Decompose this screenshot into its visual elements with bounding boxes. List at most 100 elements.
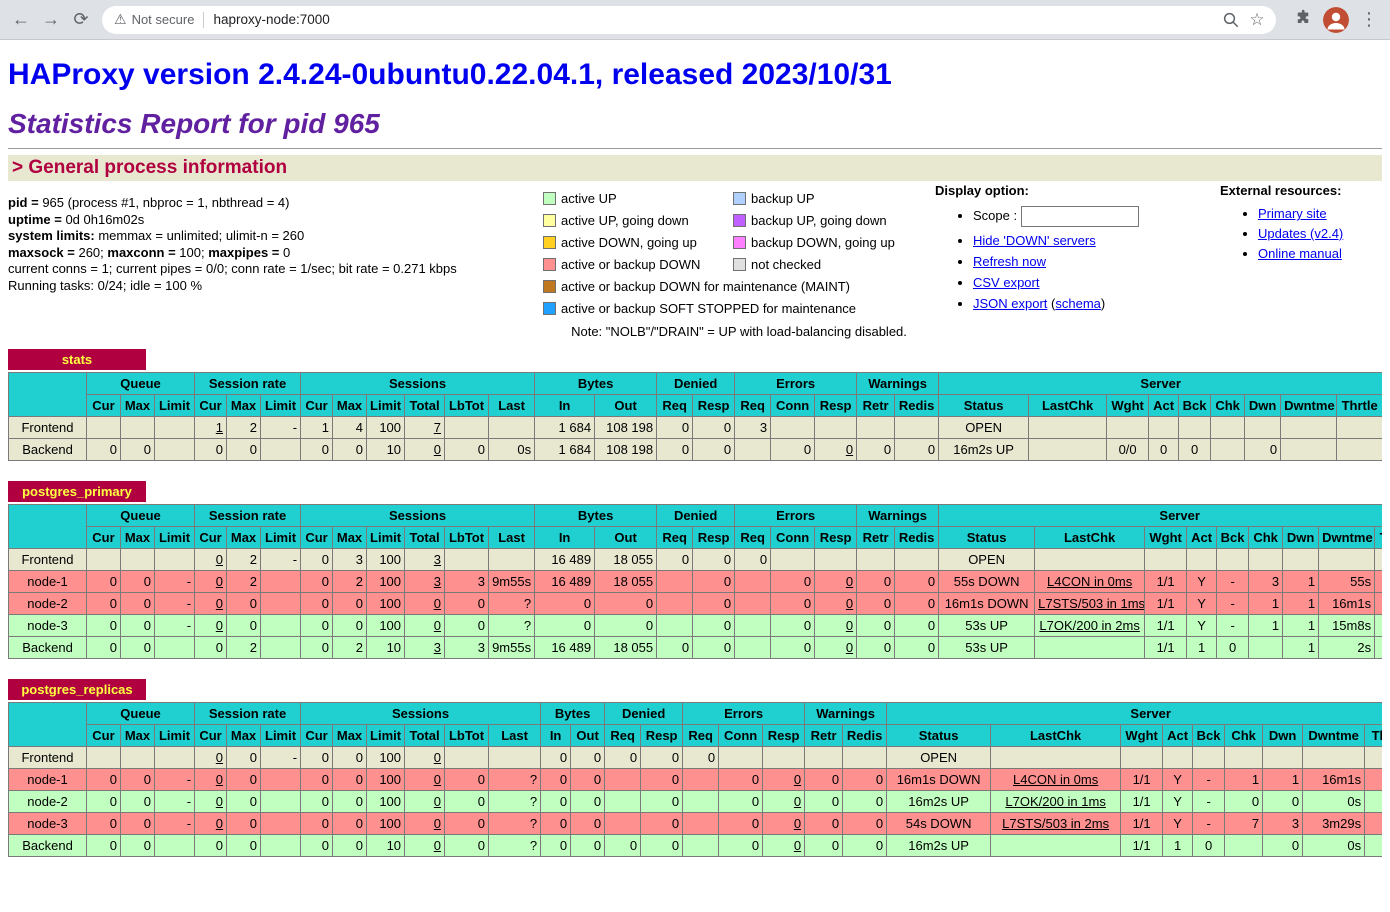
col-thrtle: Thrtle <box>1337 395 1382 417</box>
cell-rate-limit <box>261 571 301 593</box>
legend-row: active DOWN, going upbackup DOWN, going … <box>543 231 935 253</box>
refresh-link[interactable]: Refresh now <box>973 254 1046 269</box>
cell-sess-last: ? <box>489 813 541 835</box>
table-row-backend: Backend00020210339m55s16 48918 055000000… <box>9 637 1383 659</box>
col-bck: Bck <box>1179 395 1211 417</box>
cell-q-limit: - <box>155 791 195 813</box>
primary-site-link[interactable]: Primary site <box>1258 206 1327 221</box>
cell-sess-max: 0 <box>333 813 367 835</box>
col-cur: Cur <box>301 527 333 549</box>
cell-sess-last <box>489 417 535 439</box>
scope-input[interactable] <box>1021 206 1139 227</box>
cell-bytes-out: 108 198 <box>595 439 657 461</box>
cell-bytes-in: 0 <box>541 835 571 857</box>
proxy-name-link[interactable]: postgres_primary <box>22 484 132 499</box>
haproxy-version-link[interactable]: HAProxy version 2.4.24-0ubuntu0.22.04.1,… <box>8 58 892 91</box>
cell-thrtle <box>1365 835 1382 857</box>
cell-weight <box>1121 747 1163 769</box>
cell-sess-last <box>489 747 541 769</box>
cell-sess-max: 2 <box>333 571 367 593</box>
url-text[interactable]: haproxy-node:7000 <box>213 12 1218 27</box>
address-bar[interactable]: ⚠ Not secure haproxy-node:7000 ☆ <box>102 6 1276 34</box>
swatch-backup-up-going-down <box>733 214 746 227</box>
cell-q-cur: 0 <box>87 593 121 615</box>
proxy-name-link[interactable]: postgres_replicas <box>21 682 132 697</box>
cell-q-cur: 0 <box>87 637 121 659</box>
profile-avatar[interactable] <box>1323 7 1349 33</box>
cell-rate-cur: 0 <box>195 747 227 769</box>
cell-err-conn: 0 <box>771 637 815 659</box>
corner-cell <box>9 505 87 549</box>
col-lbtot: LbTot <box>445 527 489 549</box>
maxsock-value: 260; <box>78 245 107 260</box>
cell-rate-max: 2 <box>227 417 261 439</box>
extensions-button[interactable] <box>1288 5 1318 35</box>
col-redis: Redis <box>895 527 939 549</box>
maxsock-label: maxsock = <box>8 245 78 260</box>
cell-err-req <box>683 791 719 813</box>
col-max: Max <box>227 725 261 747</box>
cell-bck: 0 <box>1217 637 1249 659</box>
page-title: HAProxy version 2.4.24-0ubuntu0.22.04.1,… <box>8 58 1382 92</box>
json-schema-link[interactable]: schema <box>1055 296 1101 311</box>
cell-rate-cur: 0 <box>195 769 227 791</box>
external-resources-list: Primary site Updates (v2.4) Online manua… <box>1220 206 1382 261</box>
col-dwntme: Dwntme <box>1303 725 1365 747</box>
forward-button[interactable]: → <box>36 5 66 35</box>
col-max: Max <box>121 725 155 747</box>
cell-denied-resp: 0 <box>693 637 735 659</box>
reload-button[interactable]: ⟳ <box>66 5 96 35</box>
col-max: Max <box>227 527 261 549</box>
cell-dwn <box>1263 747 1303 769</box>
cell-status: OPEN <box>887 747 991 769</box>
zoom-icon[interactable] <box>1218 7 1244 33</box>
colgroup-queue: Queue <box>87 373 195 395</box>
bookmark-star-icon[interactable]: ☆ <box>1244 7 1270 33</box>
cell-rate-limit: - <box>261 747 301 769</box>
cell-chk <box>1225 835 1263 857</box>
table-row-frontend: Frontend02-03100316 48918 055000OPEN <box>9 549 1383 571</box>
proxy-name-link[interactable]: stats <box>62 352 92 367</box>
cell-thrtle <box>1375 637 1382 659</box>
cell-dwn <box>1245 417 1281 439</box>
cell-bck: - <box>1193 813 1225 835</box>
cell-rate-cur: 0 <box>195 549 227 571</box>
cell-weight: 1/1 <box>1145 593 1187 615</box>
json-export-link[interactable]: JSON export <box>973 296 1047 311</box>
cell-bytes-out: 0 <box>595 593 657 615</box>
online-manual-link[interactable]: Online manual <box>1258 246 1342 261</box>
cell-bytes-out: 18 055 <box>595 549 657 571</box>
back-button[interactable]: ← <box>6 5 36 35</box>
cell-err-resp: 0 <box>763 769 805 791</box>
cell-warn-retr: 0 <box>857 593 895 615</box>
csv-export-link[interactable]: CSV export <box>973 275 1039 290</box>
cell-q-limit <box>155 747 195 769</box>
cell-sess-last: 9m55s <box>489 571 535 593</box>
resource-primary: Primary site <box>1258 206 1382 221</box>
menu-button[interactable]: ⋮ <box>1354 5 1384 35</box>
cell-q-max: 0 <box>121 791 155 813</box>
cell-q-cur: 0 <box>87 835 121 857</box>
hide-down-link[interactable]: Hide 'DOWN' servers <box>973 233 1096 248</box>
cell-status: 54s DOWN <box>887 813 991 835</box>
col-total: Total <box>405 527 445 549</box>
cell-bck: - <box>1193 791 1225 813</box>
cell-sess-total: 0 <box>405 615 445 637</box>
cell-sess-cur: 0 <box>301 747 333 769</box>
cell-sess-max: 0 <box>333 615 367 637</box>
updates-link[interactable]: Updates (v2.4) <box>1258 226 1343 241</box>
corner-cell <box>9 373 87 417</box>
cell-denied-resp: 0 <box>693 439 735 461</box>
col-out: Out <box>595 527 657 549</box>
not-secure-label[interactable]: Not secure <box>132 12 195 27</box>
cell-rate-max: 2 <box>227 549 261 571</box>
col-cur: Cur <box>195 395 227 417</box>
legend-label: active or backup DOWN <box>561 257 733 272</box>
cell-rate-cur: 0 <box>195 813 227 835</box>
postgres-replicas-section: postgres_replicasQueueSession rateSessio… <box>8 679 1382 857</box>
cell-lastchk <box>991 835 1121 857</box>
cell-dwntme <box>1303 747 1365 769</box>
row-name: node-3 <box>9 615 87 637</box>
cell-chk: 1 <box>1249 593 1283 615</box>
cell-warn-redis: 0 <box>895 439 939 461</box>
